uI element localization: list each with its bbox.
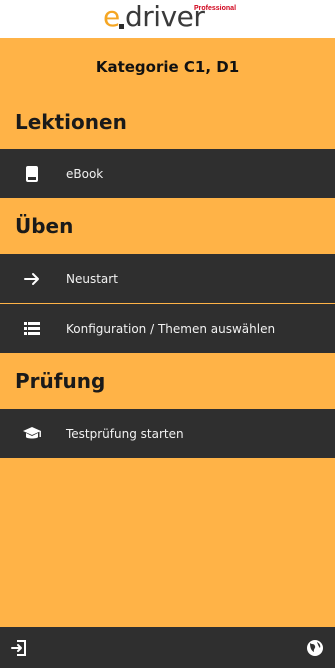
- menu-item-neustart[interactable]: Neustart: [0, 254, 335, 303]
- section-title-ueben: Üben: [15, 214, 74, 238]
- menu-item-ebook[interactable]: eBook: [0, 149, 335, 198]
- section-title-pruefung: Prüfung: [15, 369, 106, 393]
- logo-professional: Professional: [194, 5, 237, 12]
- menu-item-label: Neustart: [66, 271, 118, 286]
- app-header: e driver Professional: [0, 0, 335, 38]
- arrow-right-icon: [22, 269, 42, 289]
- menu-item-label: Testprüfung starten: [66, 426, 184, 441]
- footer-bar: [0, 627, 335, 668]
- logo-e: e: [103, 0, 121, 33]
- logo-driver: driver: [125, 0, 205, 33]
- logout-icon[interactable]: [11, 639, 29, 657]
- edriver-logo: e driver Professional: [103, 0, 237, 36]
- section-title-lektionen: Lektionen: [15, 110, 127, 134]
- menu-item-konfiguration[interactable]: Konfiguration / Themen auswählen: [0, 304, 335, 353]
- menu-item-label: Konfiguration / Themen auswählen: [66, 321, 276, 336]
- globe-icon[interactable]: [306, 639, 324, 657]
- menu-item-testpruefung[interactable]: Testprüfung starten: [0, 409, 335, 458]
- list-icon: [22, 319, 42, 339]
- menu-item-label: eBook: [66, 166, 104, 181]
- graduation-cap-icon: [22, 424, 42, 444]
- category-title: Kategorie C1, D1: [95, 58, 240, 76]
- book-icon: [22, 164, 42, 184]
- logo-dot: [119, 24, 124, 29]
